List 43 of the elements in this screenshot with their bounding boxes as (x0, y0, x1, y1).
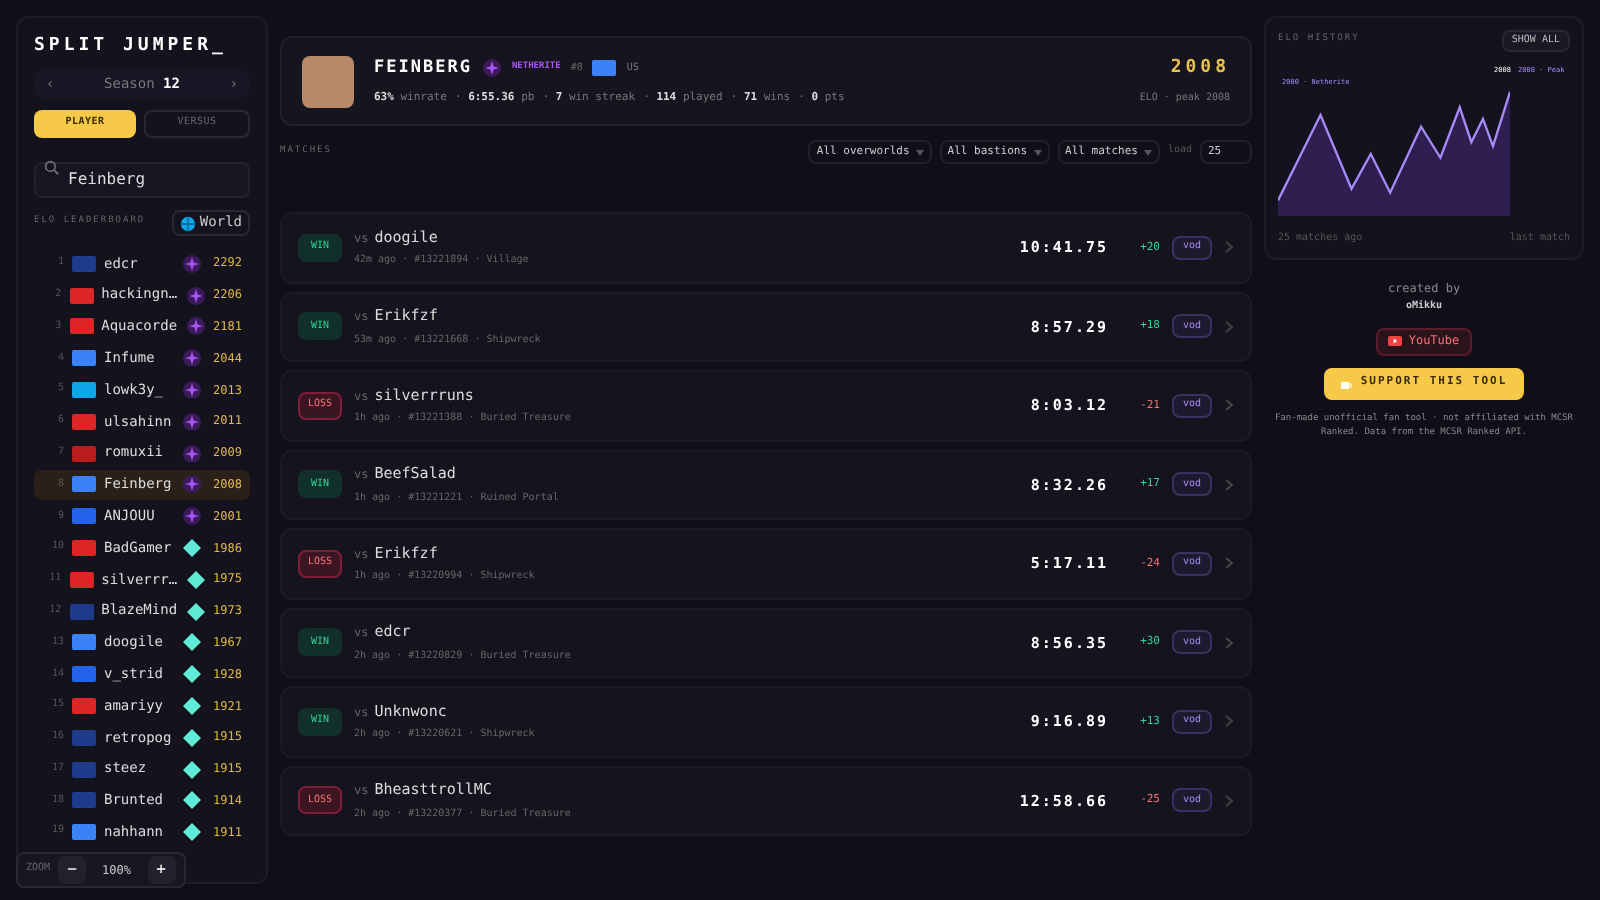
zoom-in-button[interactable]: + (147, 856, 175, 884)
netherite-star-icon (182, 443, 202, 464)
chevron-right-icon[interactable] (1224, 793, 1234, 808)
globe-icon (179, 215, 196, 231)
flag-icon (592, 60, 617, 77)
chevron-right-icon[interactable] (1224, 398, 1234, 413)
caret-icon (1143, 149, 1152, 155)
diamond-icon (185, 569, 206, 590)
netherite-star-icon (481, 58, 502, 79)
diamond-icon (182, 759, 202, 780)
chevron-right-icon[interactable] (1224, 240, 1234, 255)
diamond-icon (182, 538, 202, 559)
netherite-star-icon (185, 285, 206, 306)
netherite-star-icon (182, 506, 202, 527)
diamond-icon (185, 601, 206, 622)
caret-icon (915, 149, 924, 155)
elo-rating: 2008 (1170, 55, 1230, 81)
netherite-star-icon (182, 474, 202, 495)
chevron-right-icon[interactable] (1224, 635, 1234, 650)
netherite-star-icon (182, 348, 202, 369)
search-icon (44, 160, 60, 176)
chevron-right-icon[interactable] (1224, 714, 1234, 729)
search-field[interactable]: Feinberg (34, 161, 250, 197)
avatar-placeholder (302, 55, 354, 107)
zoom-out-button[interactable]: − (58, 856, 87, 884)
netherite-star-icon (182, 411, 202, 432)
chevron-right-icon[interactable] (1224, 556, 1234, 571)
netherite-star-icon (185, 316, 206, 337)
diamond-icon (182, 696, 202, 717)
netherite-star-icon (182, 380, 202, 401)
chevron-right-icon[interactable] (1224, 319, 1234, 334)
diamond-icon (182, 727, 202, 748)
chevron-right-icon[interactable] (1224, 477, 1234, 492)
caret-icon (1033, 149, 1042, 155)
cup-icon (1340, 377, 1353, 389)
player-name: FEINBERG (374, 56, 472, 82)
diamond-icon (182, 790, 202, 811)
diamond-icon (182, 822, 202, 843)
netherite-star-icon (182, 253, 202, 274)
app-logo: SPLIT JUMPER_ (34, 34, 229, 58)
diamond-icon (182, 664, 202, 685)
diamond-icon (182, 632, 202, 653)
play-icon (1388, 336, 1403, 346)
